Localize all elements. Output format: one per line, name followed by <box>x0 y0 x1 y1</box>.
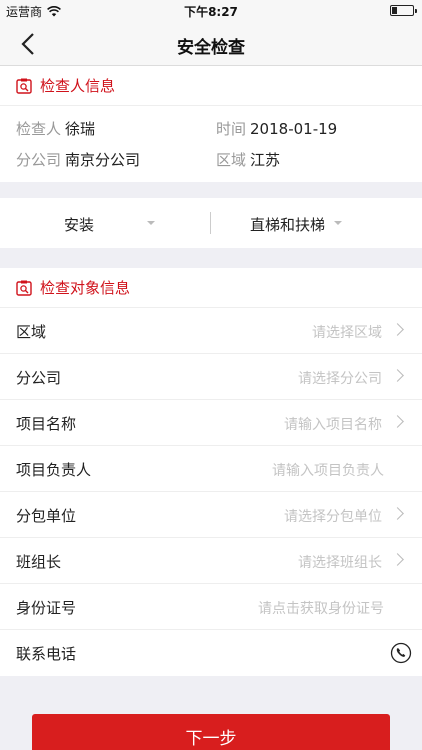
region-label: 区域 <box>216 151 247 169</box>
region-select[interactable]: 区域 请选择区域 <box>0 308 422 354</box>
form-label: 区域 <box>16 323 47 341</box>
filter-divider <box>210 212 211 234</box>
id-number-field[interactable]: 身份证号 请点击获取身份证号 <box>0 584 422 630</box>
subcontractor-select[interactable]: 分包单位 请选择分包单位 <box>0 492 422 538</box>
form-label: 身份证号 <box>16 599 77 617</box>
project-manager-input[interactable]: 项目负责人 请输入项目负责人 <box>0 446 422 492</box>
caret-down-icon <box>147 221 155 225</box>
region-value: 江苏 <box>250 151 281 169</box>
project-name-input[interactable]: 项目名称 请输入项目名称 <box>0 400 422 446</box>
region-field: 区域 江苏 <box>216 149 280 170</box>
form-placeholder: 请选择区域 <box>312 325 382 341</box>
form-placeholder: 请选择分公司 <box>298 371 382 387</box>
form-label: 联系电话 <box>16 645 77 663</box>
form-placeholder: 请点击获取身份证号 <box>258 601 384 617</box>
form-label: 分公司 <box>16 369 62 387</box>
inspector-section-title: 检查人信息 <box>40 77 116 95</box>
filter-bar: 安装 直梯和扶梯 <box>0 198 422 248</box>
inspector-section-header: 检查人信息 <box>0 66 422 106</box>
form-placeholder: 请输入项目负责人 <box>272 463 384 479</box>
time-label: 时间 <box>216 120 247 138</box>
inspector-label: 检查人 <box>16 120 62 138</box>
status-bar: 运营商 下午8:27 <box>0 0 422 22</box>
chevron-right-icon <box>391 415 404 428</box>
time-field: 时间 2018-01-19 <box>216 118 337 139</box>
page-title: 安全检查 <box>177 38 245 58</box>
chevron-right-icon <box>391 369 404 382</box>
target-section: 检查对象信息 区域 请选择区域 分公司 请选择分公司 项目名称 请输入项目名称 … <box>0 268 422 676</box>
phone-icon[interactable] <box>390 642 412 664</box>
target-badge-icon <box>16 280 32 296</box>
time-value: 2018-01-19 <box>250 120 338 138</box>
branch-field: 分公司 南京分公司 <box>16 149 140 170</box>
next-step-button[interactable]: 下一步 <box>32 714 390 750</box>
status-time: 下午8:27 <box>184 5 238 19</box>
target-section-header: 检查对象信息 <box>0 268 422 308</box>
team-leader-select[interactable]: 班组长 请选择班组长 <box>0 538 422 584</box>
filter-elevator-label: 直梯和扶梯 <box>250 216 326 234</box>
chevron-right-icon <box>391 323 404 336</box>
branch-label: 分公司 <box>16 151 62 169</box>
chevron-right-icon <box>391 507 404 520</box>
nav-bar: 安全检查 <box>0 22 422 66</box>
branch-value: 南京分公司 <box>65 151 141 169</box>
inspector-badge-icon <box>16 78 32 94</box>
inspector-section: 检查人信息 检查人 徐瑞 时间 2018-01-19 分公司 南京分公司 区域 江苏 <box>0 66 422 182</box>
inspector-field: 检查人 徐瑞 <box>16 118 95 139</box>
branch-select[interactable]: 分公司 请选择分公司 <box>0 354 422 400</box>
battery-icon <box>390 5 417 16</box>
caret-down-icon <box>334 221 342 225</box>
form-placeholder: 请输入项目名称 <box>284 417 382 433</box>
form-label: 分包单位 <box>16 507 77 525</box>
chevron-right-icon <box>391 553 404 566</box>
form-placeholder: 请选择分包单位 <box>284 509 382 525</box>
form-label: 班组长 <box>16 553 62 571</box>
battery-level <box>392 7 397 14</box>
filter-install-label: 安装 <box>64 216 95 234</box>
form-placeholder: 请选择班组长 <box>298 555 382 571</box>
phone-field[interactable]: 联系电话 <box>0 630 422 676</box>
target-section-title: 检查对象信息 <box>40 279 131 297</box>
form-label: 项目名称 <box>16 415 77 433</box>
inspector-value: 徐瑞 <box>65 120 96 138</box>
form-label: 项目负责人 <box>16 461 92 479</box>
